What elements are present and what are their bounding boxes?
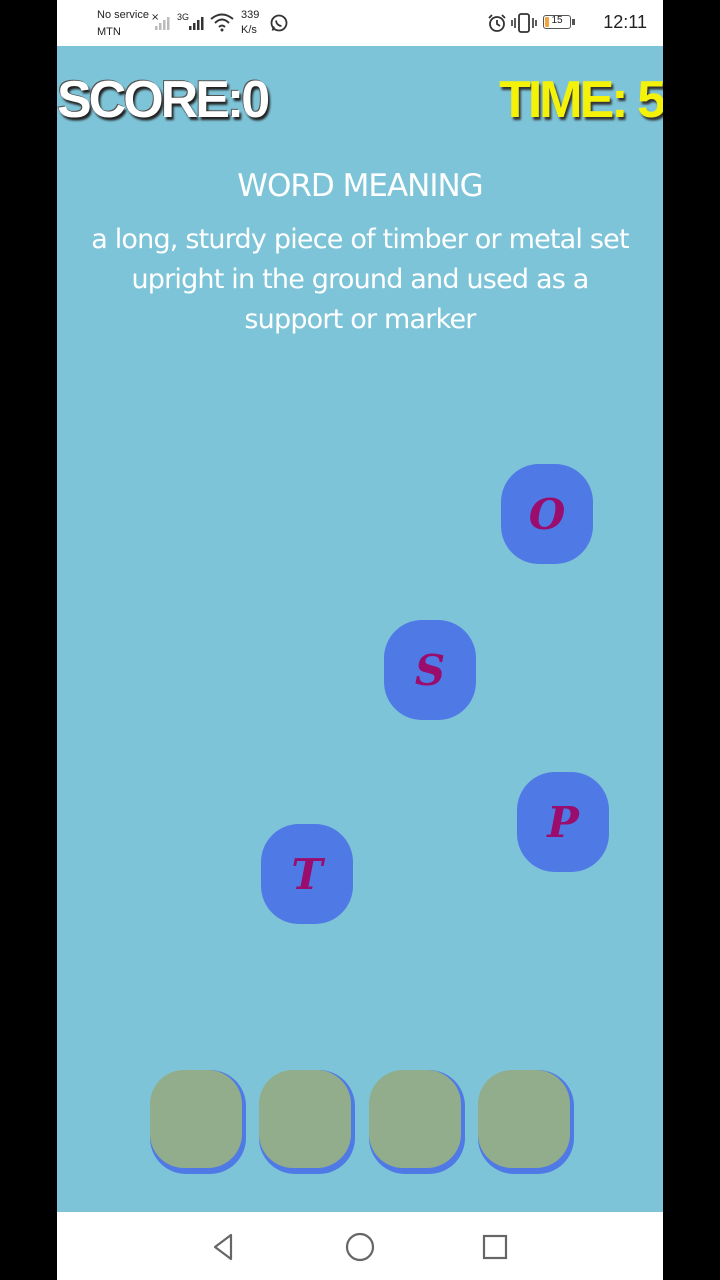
carrier-name: MTN <box>97 26 121 38</box>
battery-icon: 15 <box>543 15 571 29</box>
navigation-bar <box>57 1212 663 1280</box>
answer-slot[interactable] <box>369 1070 465 1174</box>
no-signal-icon: × <box>151 12 170 30</box>
word-meaning-text: a long, sturdy piece of timber or metal … <box>91 224 629 335</box>
battery-level: 15 <box>551 15 563 26</box>
whatsapp-icon <box>270 14 288 32</box>
battery-nub <box>572 19 575 25</box>
answer-slot-face <box>150 1070 242 1168</box>
home-icon[interactable] <box>343 1230 377 1264</box>
letter-tile[interactable]: O <box>501 464 593 564</box>
word-meaning-heading: WORD MEANING <box>237 168 483 204</box>
status-clock: 12:11 <box>603 12 647 32</box>
score-label: SCORE:0 <box>57 71 270 129</box>
alarm-icon <box>488 14 506 32</box>
letter-tile[interactable]: P <box>517 772 609 872</box>
answer-slot-face <box>259 1070 351 1168</box>
answer-slot[interactable] <box>150 1070 246 1174</box>
answer-slot-face <box>369 1070 461 1168</box>
timer-label: TIME: 5 <box>499 71 663 129</box>
data-speed-value: 339 <box>241 9 260 21</box>
carrier-status: No service <box>97 9 149 21</box>
letter-tile[interactable]: T <box>261 824 353 924</box>
recents-icon[interactable] <box>478 1230 512 1264</box>
back-icon[interactable] <box>207 1230 241 1264</box>
data-speed-unit: K/s <box>241 24 257 36</box>
status-bar: No service MTN × 3G 339 K/s 15 12:11 <box>57 0 663 46</box>
answer-slot[interactable] <box>478 1070 574 1174</box>
letter-tile[interactable]: S <box>384 620 476 720</box>
signal-icon <box>189 17 204 30</box>
answer-slot-face <box>478 1070 570 1168</box>
svg-text:×: × <box>151 12 159 23</box>
wifi-icon <box>210 13 234 32</box>
vibrate-icon <box>511 13 537 33</box>
answer-slot[interactable] <box>259 1070 355 1174</box>
phone-screen: No service MTN × 3G 339 K/s 15 12:11 SCO… <box>57 0 663 1280</box>
